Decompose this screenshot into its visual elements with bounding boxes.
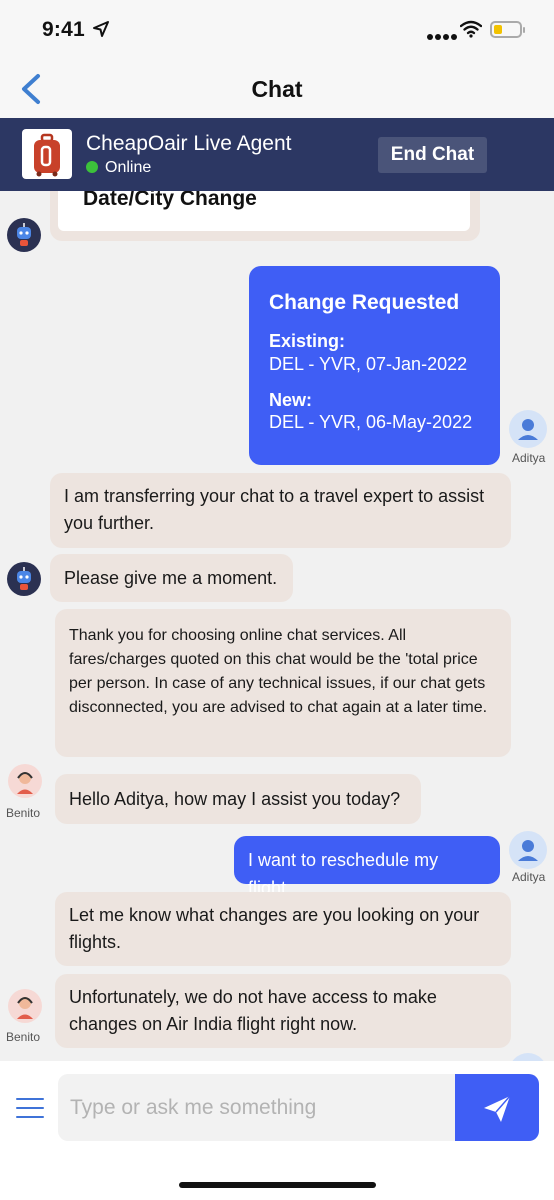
- sender-label: Aditya: [512, 451, 546, 465]
- bot-avatar-icon: [7, 218, 41, 252]
- message-input-bar: [0, 1061, 554, 1200]
- disclaimer-bubble: Thank you for choosing online chat servi…: [55, 609, 511, 757]
- nav-bar: Chat: [0, 62, 554, 118]
- status-bar: 9:41: [0, 0, 554, 62]
- existing-label: Existing:: [269, 331, 346, 351]
- luggage-icon: [34, 133, 60, 177]
- change-requested-heading: Change Requested: [269, 291, 460, 314]
- agent-header: CheapOair Live Agent Online End Chat: [0, 118, 554, 191]
- agent-avatar-icon: [8, 764, 42, 798]
- cellular-signal-icon: [427, 27, 459, 45]
- cheapoair-logo: [22, 129, 72, 179]
- date-city-change-text: Date/City Change: [83, 191, 257, 210]
- menu-icon[interactable]: [16, 1098, 44, 1120]
- message-bubble: Hello Aditya, how may I assist you today…: [55, 774, 421, 824]
- send-button[interactable]: [455, 1074, 539, 1141]
- bot-avatar-icon: [7, 562, 41, 596]
- existing-value: DEL - YVR, 07-Jan-2022: [269, 354, 468, 374]
- agent-status-text: Online: [105, 159, 152, 176]
- message-input[interactable]: [58, 1074, 456, 1141]
- user-message-bubble: I want to reschedule my flight.: [234, 836, 500, 898]
- agent-avatar-icon: [8, 989, 42, 1023]
- location-arrow-icon: [93, 21, 109, 37]
- online-dot-icon: [86, 161, 98, 173]
- agent-name: CheapOair Live Agent: [86, 132, 292, 155]
- sender-label: Aditya: [512, 870, 546, 884]
- new-label: New:: [269, 390, 313, 410]
- sender-label: Benito: [6, 806, 41, 820]
- sender-label: Benito: [6, 1030, 41, 1044]
- page-title: Chat: [251, 76, 303, 102]
- new-value: DEL - YVR, 06-May-2022: [269, 412, 473, 432]
- message-bubble: Let me know what changes are you looking…: [55, 892, 511, 966]
- wifi-icon: [460, 20, 482, 38]
- message-bubble: Unfortunately, we do not have access to …: [55, 974, 511, 1048]
- user-avatar-icon: [509, 410, 547, 448]
- user-avatar-icon: [509, 831, 547, 869]
- message-bubble: Please give me a moment.: [50, 554, 293, 602]
- home-indicator: [179, 1182, 376, 1188]
- message-bubble: I am transferring your chat to a travel …: [50, 473, 511, 548]
- status-time: 9:41: [42, 18, 85, 41]
- send-icon: [484, 1095, 511, 1122]
- agent-status: Online: [86, 159, 151, 177]
- change-requested-card: Change Requested Existing: DEL - YVR, 07…: [249, 266, 500, 465]
- chat-area[interactable]: Date/City Change Change Requested Existi…: [0, 191, 554, 1061]
- user-avatar-icon: [509, 1053, 547, 1061]
- battery-icon: [490, 21, 525, 38]
- end-chat-button[interactable]: End Chat: [378, 137, 487, 173]
- date-city-change-card: Date/City Change: [50, 191, 480, 241]
